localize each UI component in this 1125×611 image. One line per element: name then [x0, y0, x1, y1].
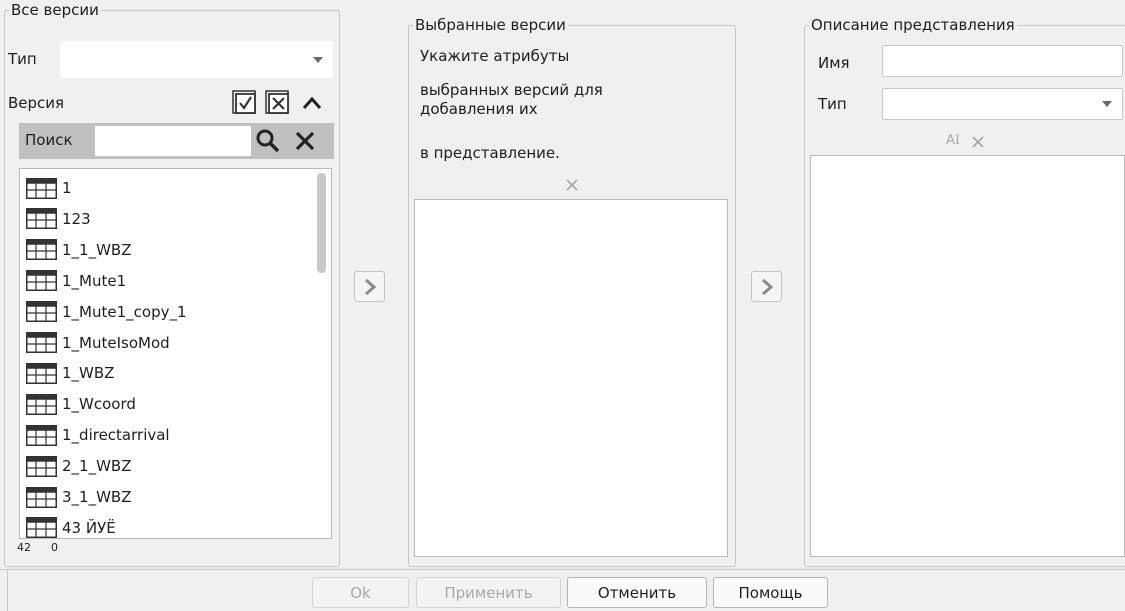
clear-selected-icon	[565, 178, 579, 192]
add-to-selected-button[interactable]	[354, 271, 385, 302]
list-item[interactable]: 1_Mute1_copy_1	[26, 297, 187, 327]
chevron-right-icon	[364, 278, 376, 295]
view-description-title: Описание представления	[809, 15, 1017, 35]
list-item-label: 3_1_WBZ	[62, 488, 132, 506]
all-versions-title: Все версии	[9, 0, 101, 20]
add-to-view-button[interactable]	[751, 271, 782, 302]
list-item-label: 1_Wcoord	[62, 395, 136, 414]
list-item[interactable]: 1_WBZ	[26, 358, 114, 388]
list-item[interactable]: 1_Mute1	[26, 266, 126, 296]
list-item[interactable]: 123	[26, 204, 91, 234]
type-label: Тип	[8, 50, 37, 68]
table-icon	[26, 424, 57, 446]
remove-attribute-icon	[971, 135, 985, 149]
hint-line-2: выбранных версий для добавления их	[420, 81, 603, 118]
list-item[interactable]: 1_1_WBZ	[26, 235, 132, 265]
cancel-button[interactable]: Отменить	[567, 577, 707, 608]
table-icon	[26, 177, 57, 199]
rename-attribute-icon: AI	[946, 133, 961, 148]
list-item[interactable]: 3_1_WBZ	[26, 482, 132, 512]
search-icon[interactable]	[255, 128, 281, 154]
selected-versions-list[interactable]	[414, 199, 728, 557]
view-type-label: Тип	[818, 95, 847, 113]
list-scrollbar[interactable]	[317, 173, 326, 273]
table-icon	[26, 393, 57, 415]
list-item[interactable]: 1_directarrival	[26, 420, 170, 450]
list-item-label: 123	[62, 209, 91, 228]
left-border	[7, 569, 8, 611]
table-icon	[26, 362, 57, 384]
list-item[interactable]: 1_Wcoord	[26, 389, 136, 419]
search-bar: Поиск	[19, 123, 334, 159]
list-item[interactable]: 43 ЙУЁ	[26, 513, 116, 543]
apply-button[interactable]: Применить	[416, 577, 561, 608]
name-input[interactable]	[882, 45, 1123, 77]
table-icon	[26, 455, 57, 477]
search-label: Поиск	[25, 131, 73, 149]
list-item-label: 1_1_WBZ	[62, 240, 132, 259]
list-item-label: 1	[62, 179, 72, 197]
name-label: Имя	[818, 54, 850, 72]
table-icon	[26, 517, 57, 539]
clear-search-icon[interactable]	[293, 129, 317, 153]
list-item-label: 1_Mute1	[62, 271, 127, 290]
bottom-divider	[0, 569, 1125, 570]
ok-button[interactable]: Ok	[312, 577, 409, 608]
chevron-down-icon	[1102, 101, 1112, 107]
list-item[interactable]: 1_MuteIsoMod	[26, 328, 170, 358]
version-label: Версия	[8, 94, 65, 112]
count-selected: 0	[51, 541, 58, 554]
table-icon	[26, 239, 57, 261]
versions-list[interactable]: 1 123 1_1_WBZ 1_Mute1 1_Mute1_copy_1 1_MuteIs…	[19, 168, 332, 539]
table-icon	[26, 270, 57, 292]
view-attributes-list[interactable]	[810, 155, 1125, 557]
list-item-label: 1_WBZ	[62, 364, 115, 383]
list-item-label: 2_1_WBZ	[62, 457, 132, 476]
hint-line-1: Укажите атрибуты	[420, 47, 570, 65]
list-item-label: 1_Mute1_copy_1	[62, 302, 187, 321]
view-type-combobox[interactable]	[882, 88, 1123, 120]
list-item[interactable]: 1	[26, 173, 72, 203]
selected-versions-title: Выбранные версии	[413, 15, 568, 35]
table-icon	[26, 208, 57, 230]
count-total: 42	[17, 541, 31, 554]
chevron-up-icon[interactable]	[300, 93, 324, 113]
chevron-down-icon	[313, 57, 323, 63]
list-item-label: 1_MuteIsoMod	[62, 333, 170, 352]
hint-line-3: в представление.	[420, 144, 560, 162]
chevron-right-icon	[761, 278, 773, 295]
list-item-label: 43 ЙУЁ	[62, 518, 116, 537]
type-combobox[interactable]	[60, 41, 333, 78]
deselect-all-icon[interactable]	[265, 90, 291, 116]
list-item[interactable]: 2_1_WBZ	[26, 451, 132, 481]
help-button[interactable]: Помощь	[713, 577, 828, 608]
list-item-label: 1_directarrival	[62, 426, 170, 445]
search-input[interactable]	[95, 126, 251, 156]
table-icon	[26, 332, 57, 353]
table-icon	[26, 486, 57, 508]
select-all-icon[interactable]	[232, 90, 258, 116]
table-icon	[26, 301, 57, 323]
